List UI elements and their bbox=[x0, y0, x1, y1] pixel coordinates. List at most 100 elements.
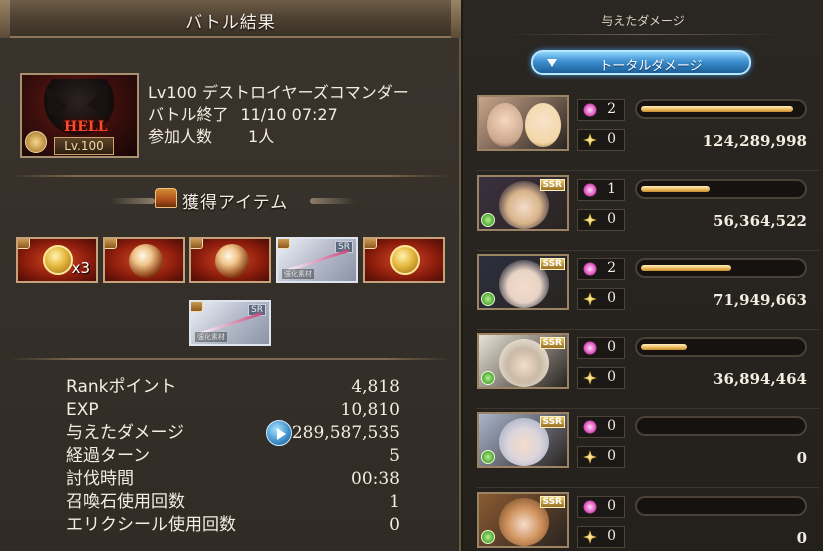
divider bbox=[477, 329, 819, 330]
item-tag: 強化素材 bbox=[195, 332, 227, 342]
damage-bar bbox=[635, 337, 807, 357]
items-header: 獲得アイテム bbox=[0, 185, 459, 217]
sparkle-icon bbox=[583, 341, 597, 355]
party-member-row[interactable]: SSR 1 0 56,364,522 bbox=[477, 175, 819, 251]
wind-element-icon bbox=[481, 371, 495, 385]
damage-bar bbox=[635, 258, 807, 278]
stat-value: 5 bbox=[389, 446, 400, 466]
skill-star-icon bbox=[583, 133, 597, 147]
divider bbox=[10, 175, 451, 177]
charge-count: 1 bbox=[607, 181, 616, 197]
charge-badge: 2 bbox=[577, 99, 625, 121]
damage-bar-fill bbox=[641, 106, 793, 112]
chest-mini-icon bbox=[191, 302, 203, 312]
divider bbox=[10, 358, 451, 360]
item-quantity: x3 bbox=[71, 259, 90, 277]
character-portrait[interactable]: SSR bbox=[477, 412, 569, 468]
battle-stats: Rankポイント 4,818 EXP 10,810 与えたダメージ 289,58… bbox=[66, 376, 400, 537]
stat-label: EXP bbox=[66, 400, 99, 420]
orb-icon bbox=[129, 244, 163, 278]
damage-value: 56,364,522 bbox=[713, 212, 807, 230]
damage-value: 124,289,998 bbox=[702, 132, 807, 150]
reward-item[interactable]: SR 強化素材 bbox=[276, 237, 358, 283]
total-damage-dropdown[interactable]: トータルダメージ bbox=[531, 50, 751, 75]
character-portrait[interactable]: SSR bbox=[477, 492, 569, 548]
damage-value: 36,894,464 bbox=[713, 370, 807, 388]
stat-row: 経過ターン 5 bbox=[66, 445, 400, 468]
divider bbox=[477, 487, 819, 488]
chest-mini-icon bbox=[105, 239, 117, 249]
party-member-row[interactable]: SSR 2 0 71,949,663 bbox=[477, 254, 819, 330]
skill-badge: 0 bbox=[577, 367, 625, 389]
skill-badge: 0 bbox=[577, 288, 625, 310]
skill-star-icon bbox=[583, 371, 597, 385]
crest-icon bbox=[25, 131, 47, 153]
chest-mini-icon bbox=[18, 239, 30, 249]
charge-badge: 1 bbox=[577, 179, 625, 201]
damage-bar bbox=[635, 496, 807, 516]
skill-star-icon bbox=[583, 530, 597, 544]
gold-medal-icon bbox=[390, 245, 420, 275]
stat-label: 討伐時間 bbox=[66, 469, 134, 489]
difficulty-label: HELL bbox=[64, 119, 108, 135]
orb-icon bbox=[215, 244, 249, 278]
party-member-row[interactable]: 2 0 124,289,998 bbox=[477, 95, 819, 171]
reward-item[interactable] bbox=[363, 237, 445, 283]
skill-star-icon bbox=[583, 450, 597, 464]
skill-badge: 0 bbox=[577, 446, 625, 468]
wind-element-icon bbox=[481, 292, 495, 306]
divider bbox=[477, 408, 819, 409]
damage-detail-play-button[interactable] bbox=[266, 420, 292, 446]
participants-row: 参加人数 1人 bbox=[148, 126, 409, 148]
charge-count: 2 bbox=[607, 101, 616, 117]
reward-item[interactable] bbox=[103, 237, 185, 283]
divider bbox=[477, 170, 819, 171]
charge-count: 2 bbox=[607, 260, 616, 276]
character-portrait[interactable] bbox=[477, 95, 569, 151]
item-tag: 強化素材 bbox=[282, 269, 314, 279]
skill-count: 0 bbox=[607, 369, 616, 385]
quest-info: Lv100 デストロイヤーズコマンダー バトル終了 11/10 07:27 参加人… bbox=[148, 82, 409, 148]
reward-item[interactable] bbox=[189, 237, 271, 283]
damage-bar bbox=[635, 416, 807, 436]
party-member-row[interactable]: SSR 0 0 0 bbox=[477, 492, 813, 551]
stat-value: 0 bbox=[389, 515, 400, 535]
skill-star-icon bbox=[583, 213, 597, 227]
quest-name: Lv100 デストロイヤーズコマンダー bbox=[148, 83, 409, 102]
total-damage-label: トータルダメージ bbox=[599, 59, 703, 74]
chest-mini-icon bbox=[365, 239, 377, 249]
stat-row: EXP 10,810 bbox=[66, 399, 400, 422]
reward-item[interactable]: SR 強化素材 bbox=[189, 300, 271, 346]
reward-item[interactable]: x3 bbox=[16, 237, 98, 283]
stat-value: 10,810 bbox=[340, 400, 400, 420]
boss-level-badge: Lv.100 bbox=[54, 137, 114, 155]
charge-count: 0 bbox=[607, 498, 616, 514]
stat-value: 1 bbox=[389, 492, 400, 512]
stat-row: 召喚石使用回数 1 bbox=[66, 491, 400, 514]
character-face-icon bbox=[525, 103, 561, 147]
skill-badge: 0 bbox=[577, 526, 625, 548]
ornament-right-icon bbox=[310, 198, 355, 204]
skill-badge: 0 bbox=[577, 209, 625, 231]
stat-label: 与えたダメージ bbox=[66, 423, 185, 443]
ornament-left-icon bbox=[110, 198, 155, 204]
title-bar: バトル結果 bbox=[0, 0, 461, 38]
end-label: バトル終了 bbox=[148, 105, 229, 124]
party-member-row[interactable]: SSR 0 0 0 bbox=[477, 412, 819, 488]
stat-row: Rankポイント 4,818 bbox=[66, 376, 400, 399]
skill-count: 0 bbox=[607, 528, 616, 544]
party-member-row[interactable]: SSR 0 0 36,894,464 bbox=[477, 333, 819, 409]
charge-count: 0 bbox=[607, 418, 616, 434]
stat-label: Rankポイント bbox=[66, 377, 177, 397]
damage-panel: 与えたダメージ トータルダメージ 2 0 124,289,998 SSR 1 0… bbox=[463, 0, 823, 551]
damage-value: 0 bbox=[796, 529, 807, 547]
gold-medal-icon bbox=[43, 245, 73, 275]
character-portrait[interactable]: SSR bbox=[477, 333, 569, 389]
character-portrait[interactable]: SSR bbox=[477, 254, 569, 310]
damage-value: 71,949,663 bbox=[713, 291, 807, 309]
character-portrait[interactable]: SSR bbox=[477, 175, 569, 231]
page-title: バトル結果 bbox=[185, 13, 276, 33]
participants-value: 1人 bbox=[248, 127, 275, 146]
wind-element-icon bbox=[481, 213, 495, 227]
treasure-chest-icon bbox=[155, 188, 177, 208]
